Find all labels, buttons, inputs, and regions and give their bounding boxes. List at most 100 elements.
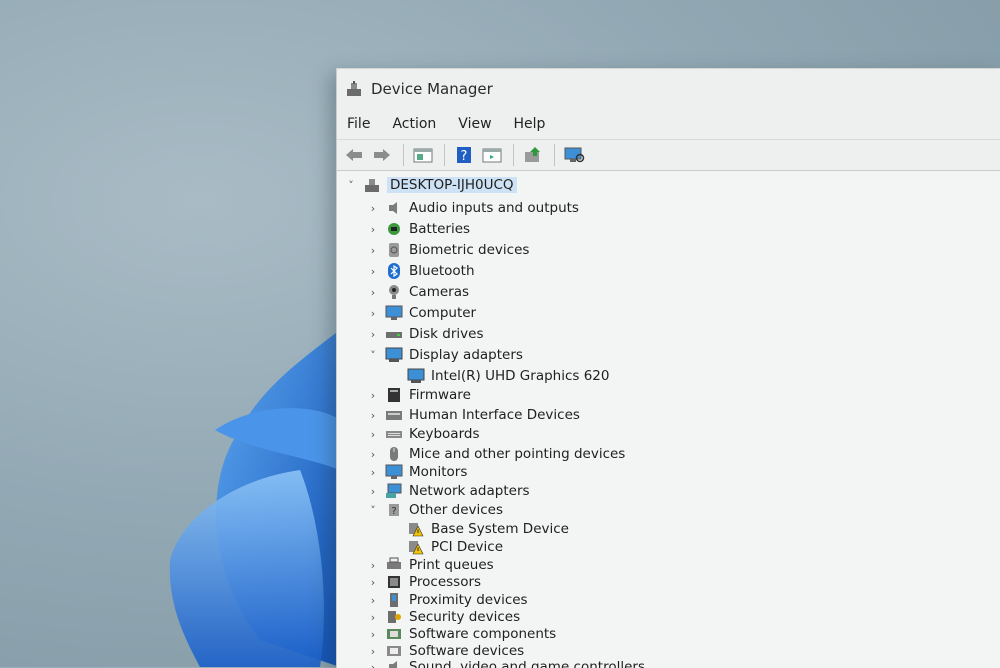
expand-chevron-icon[interactable]: ›: [367, 328, 379, 341]
tree-item-pci-device[interactable]: PCI Device: [389, 537, 503, 557]
help-button[interactable]: ?: [451, 143, 477, 167]
expand-chevron-icon[interactable]: ›: [367, 265, 379, 278]
device-tree[interactable]: ˅ DESKTOP-IJH0UCQ › Audio inputs and out…: [337, 171, 1000, 668]
expand-chevron-icon[interactable]: ›: [367, 594, 379, 607]
tree-item-bluetooth[interactable]: › Bluetooth: [367, 261, 475, 281]
tree-item-display-adapters[interactable]: ˅ Display adapters: [367, 345, 523, 365]
bluetooth-icon: [385, 263, 403, 279]
tree-item-batteries[interactable]: › Batteries: [367, 219, 470, 239]
tree-item-cameras[interactable]: › Cameras: [367, 282, 469, 302]
collapse-chevron-icon[interactable]: ˅: [367, 349, 379, 362]
title-bar[interactable]: Device Manager: [337, 69, 1000, 109]
expand-chevron-icon[interactable]: ›: [367, 611, 379, 624]
tree-item-label: Audio inputs and outputs: [409, 200, 579, 216]
expand-chevron-icon[interactable]: ›: [367, 576, 379, 589]
expand-chevron-icon[interactable]: ›: [367, 202, 379, 215]
tree-item-other-devices[interactable]: ˅ ? Other devices: [367, 500, 503, 520]
display-adapter-icon: [407, 368, 425, 384]
tree-root[interactable]: ˅ DESKTOP-IJH0UCQ: [345, 175, 517, 195]
expand-chevron-icon[interactable]: ›: [367, 286, 379, 299]
collapse-chevron-icon[interactable]: ˅: [345, 179, 357, 192]
tree-item-label: Other devices: [409, 502, 503, 518]
display-adapter-icon: [385, 347, 403, 363]
warning-device-icon: [407, 521, 425, 537]
forward-button[interactable]: [369, 143, 395, 167]
tree-item-sound-video[interactable]: › Sound, video and game controllers: [367, 657, 645, 668]
hid-icon: [385, 407, 403, 423]
tree-item-computer[interactable]: › Computer: [367, 303, 476, 323]
expand-chevron-icon[interactable]: ›: [367, 448, 379, 461]
toolbar-separator: [403, 144, 404, 166]
processor-icon: [385, 574, 403, 590]
tree-item-audio[interactable]: › Audio inputs and outputs: [367, 198, 579, 218]
menu-action[interactable]: Action: [392, 116, 436, 132]
help-icon: ?: [455, 146, 473, 164]
battery-icon: [385, 221, 403, 237]
tree-item-label: Software components: [409, 626, 556, 642]
tree-root-label: DESKTOP-IJH0UCQ: [387, 177, 517, 193]
collapse-chevron-icon[interactable]: ˅: [367, 504, 379, 517]
expand-chevron-icon[interactable]: ›: [367, 244, 379, 257]
expand-chevron-icon[interactable]: ›: [367, 409, 379, 422]
scan-hardware-button[interactable]: [561, 143, 587, 167]
tree-item-firmware[interactable]: › Firmware: [367, 385, 471, 405]
tree-item-label: Monitors: [409, 464, 467, 480]
menu-file[interactable]: File: [347, 116, 370, 132]
expand-chevron-icon[interactable]: ›: [367, 307, 379, 320]
tree-item-hid[interactable]: › Human Interface Devices: [367, 405, 580, 425]
proximity-icon: [385, 592, 403, 608]
toolbar: ?: [337, 139, 1000, 171]
menu-view[interactable]: View: [458, 116, 491, 132]
tree-item-label: Firmware: [409, 387, 471, 403]
expand-chevron-icon[interactable]: ›: [367, 645, 379, 658]
toolbar-separator: [513, 144, 514, 166]
tree-item-label: Network adapters: [409, 483, 530, 499]
back-arrow-icon: [344, 147, 364, 163]
tree-item-label: Cameras: [409, 284, 469, 300]
update-driver-button[interactable]: [520, 143, 546, 167]
tree-item-label: Disk drives: [409, 326, 484, 342]
back-button[interactable]: [341, 143, 367, 167]
tree-item-label: Bluetooth: [409, 263, 475, 279]
monitor-icon: [385, 464, 403, 480]
expand-chevron-icon[interactable]: ›: [367, 389, 379, 402]
properties-icon: [413, 147, 433, 163]
software-component-icon: [385, 626, 403, 642]
tree-item-biometric[interactable]: › Biometric devices: [367, 240, 529, 260]
tree-item-intel-uhd[interactable]: Intel(R) UHD Graphics 620: [389, 366, 610, 386]
tree-item-keyboards[interactable]: › Keyboards: [367, 424, 480, 444]
menu-help[interactable]: Help: [514, 116, 546, 132]
device-manager-icon: [345, 80, 363, 98]
properties-button[interactable]: [410, 143, 436, 167]
show-hidden-button[interactable]: [479, 143, 505, 167]
tree-item-network-adapters[interactable]: › Network adapters: [367, 481, 530, 501]
tree-item-label: Intel(R) UHD Graphics 620: [431, 368, 610, 384]
tree-item-label: Batteries: [409, 221, 470, 237]
expand-chevron-icon[interactable]: ›: [367, 223, 379, 236]
expand-chevron-icon[interactable]: ›: [367, 428, 379, 441]
tree-item-mice[interactable]: › Mice and other pointing devices: [367, 444, 625, 464]
tree-item-label: Keyboards: [409, 426, 480, 442]
tree-item-label: Print queues: [409, 557, 494, 573]
menu-bar: File Action View Help: [337, 109, 1000, 139]
computer-icon: [363, 177, 381, 193]
expand-chevron-icon[interactable]: ›: [367, 628, 379, 641]
tree-item-label: Biometric devices: [409, 242, 529, 258]
tree-item-disk-drives[interactable]: › Disk drives: [367, 324, 484, 344]
network-icon: [385, 483, 403, 499]
tree-item-label: PCI Device: [431, 539, 503, 555]
expand-chevron-icon[interactable]: ›: [367, 466, 379, 479]
monitor-icon: [385, 305, 403, 321]
tree-item-processors[interactable]: › Processors: [367, 572, 481, 592]
forward-arrow-icon: [372, 147, 392, 163]
device-manager-window: Device Manager File Action View Help ?: [336, 68, 1000, 668]
tree-item-label: Display adapters: [409, 347, 523, 363]
expand-chevron-icon[interactable]: ›: [367, 485, 379, 498]
svg-text:?: ?: [461, 149, 468, 164]
tree-item-monitors[interactable]: › Monitors: [367, 462, 467, 482]
expand-chevron-icon[interactable]: ›: [367, 559, 379, 572]
fingerprint-icon: [385, 242, 403, 258]
speaker-icon: [385, 200, 403, 216]
tree-item-base-system-device[interactable]: Base System Device: [389, 519, 569, 539]
tree-item-label: Mice and other pointing devices: [409, 446, 625, 462]
